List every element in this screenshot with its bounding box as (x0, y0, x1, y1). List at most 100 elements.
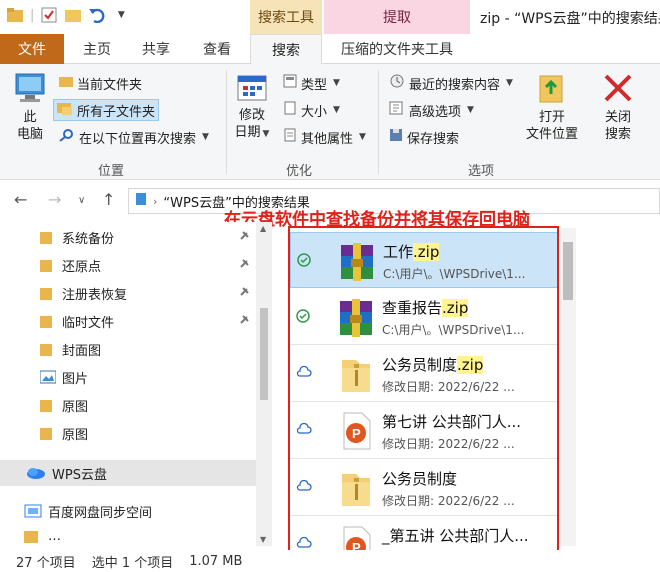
separator: | (30, 7, 35, 23)
scroll-up-icon[interactable]: ▲ (260, 224, 266, 233)
status-bar: 27 个项目 选中 1 个项目 1.07 MB (0, 550, 660, 572)
kind-icon (283, 74, 297, 92)
pictures-icon (39, 370, 57, 384)
nav-item-label: … (48, 528, 61, 544)
folder-icon (40, 258, 56, 272)
divider (226, 70, 227, 174)
nav-item-baidu-sync[interactable]: 百度网盘同步空间 (0, 498, 256, 524)
other-properties-button[interactable]: 其他属性 ▼ (280, 126, 369, 148)
tab-zip-tools[interactable]: 压缩的文件夹工具 (324, 34, 470, 64)
undo-icon[interactable] (88, 6, 106, 24)
up-arrow-icon[interactable]: ↑ (102, 190, 115, 209)
tab-view[interactable]: 查看 (188, 34, 246, 64)
nav-item-cover-images[interactable]: 封面图 (0, 336, 256, 362)
ribbon: 此 电脑 当前文件夹 所有子文件夹 在以下位置再次搜索 ▼ 位置 修改 日期 ▼ … (0, 64, 660, 180)
tab-share[interactable]: 共享 (128, 34, 184, 64)
date-modified-label-2: 日期 ▼ (234, 125, 270, 140)
nav-item-originals[interactable]: 原图 (0, 392, 256, 418)
size-icon (283, 101, 297, 119)
folder-icon (24, 529, 42, 543)
scroll-down-icon[interactable]: ▼ (260, 535, 266, 544)
chevron-down-icon: ▼ (359, 132, 366, 142)
all-subfolders-button[interactable]: 所有子文件夹 (53, 99, 160, 121)
group-label-options: 选项 (468, 164, 495, 179)
pin-icon[interactable] (238, 314, 250, 330)
forward-arrow-icon[interactable]: → (48, 190, 61, 209)
file-list-scrollbar[interactable] (560, 228, 576, 546)
folder-icon (40, 342, 56, 356)
nav-item-system-backup[interactable]: 系统备份 (0, 224, 256, 250)
nav-item-label: 系统备份 (62, 231, 115, 247)
advanced-options-button[interactable]: 高级选项 ▼ (386, 99, 477, 121)
nav-item-label: 注册表恢复 (62, 287, 128, 303)
recent-locations-chevron-icon[interactable]: ∨ (78, 195, 85, 206)
nav-item-restore-point[interactable]: 还原点 (0, 252, 256, 278)
annotation-highlight-box (288, 226, 559, 556)
properties-icon (283, 128, 297, 146)
nav-item-registry-recovery[interactable]: 注册表恢复 (0, 280, 256, 306)
open-location-icon (536, 72, 568, 109)
date-modified-button[interactable]: 修改 日期 ▼ (232, 72, 272, 143)
group-label-refine: 优化 (286, 164, 313, 179)
size-button[interactable]: 大小 ▼ (280, 99, 343, 121)
date-modified-label: 修改 (238, 108, 265, 123)
new-folder-icon[interactable] (64, 6, 82, 24)
other-properties-label: 其他属性 (301, 131, 354, 147)
navigation-pane: 系统备份 还原点 注册表恢复 临时文件 封面图 图片 原图 原图 WPS云盘 百… (0, 222, 272, 546)
tab-file[interactable]: 文件 (0, 34, 64, 64)
save-icon (389, 128, 403, 146)
file-list-scrollbar-thumb[interactable] (563, 242, 573, 300)
nav-item-originals-2[interactable]: 原图 (0, 420, 256, 446)
customize-toolbar-icon[interactable]: ▼ (112, 6, 130, 24)
nav-scrollbar-thumb[interactable] (260, 308, 268, 400)
open-file-location-button[interactable]: 打开 文件位置 (522, 72, 582, 143)
close-search-label: 关闭 (604, 110, 631, 125)
current-folder-label: 当前文件夹 (77, 77, 143, 93)
this-pc-label-2: 电脑 (16, 127, 43, 142)
folder-icon (40, 314, 56, 328)
this-pc-button[interactable]: 此 电脑 (10, 72, 50, 143)
nav-item-temp-files[interactable]: 临时文件 (0, 308, 256, 334)
folder-icon (40, 286, 56, 300)
save-search-button[interactable]: 保存搜索 (386, 126, 462, 148)
close-search-label-2: 搜索 (604, 127, 631, 142)
search-again-button[interactable]: 在以下位置再次搜索 ▼ (56, 126, 212, 148)
chevron-right-icon: › (153, 194, 158, 208)
save-search-label: 保存搜索 (407, 131, 460, 147)
tab-home[interactable]: 主页 (68, 34, 126, 64)
pin-icon[interactable] (238, 230, 250, 246)
nav-item-pictures[interactable]: 图片 (0, 364, 256, 390)
subfolders-icon (57, 101, 73, 119)
recent-searches-label: 最近的搜索内容 (409, 77, 501, 93)
item-count: 27 个项目 (16, 555, 76, 571)
kind-button[interactable]: 类型 ▼ (280, 72, 343, 94)
folder-icon[interactable] (6, 6, 24, 24)
all-subfolders-label: 所有子文件夹 (77, 104, 156, 120)
tab-search[interactable]: 搜索 (250, 34, 322, 65)
close-search-button[interactable]: 关闭 搜索 (598, 72, 638, 143)
size-label: 大小 (301, 104, 328, 120)
search-folder-icon (59, 128, 75, 146)
chevron-down-icon: ▼ (506, 78, 513, 88)
recent-searches-button[interactable]: 最近的搜索内容 ▼ (386, 72, 516, 94)
nav-item-wps-cloud[interactable]: WPS云盘 (0, 460, 256, 486)
context-extract: 提取 (324, 0, 470, 34)
advanced-options-label: 高级选项 (409, 104, 462, 120)
properties-check-icon[interactable] (40, 6, 58, 24)
pin-icon[interactable] (238, 258, 250, 274)
back-arrow-icon[interactable]: ← (14, 190, 27, 209)
nav-item-partial[interactable]: … (0, 526, 256, 546)
pin-icon[interactable] (238, 286, 250, 302)
chevron-down-icon: ▼ (202, 132, 209, 142)
nav-item-label: 临时文件 (62, 315, 115, 331)
nav-scrollbar[interactable]: ▲ ▼ (256, 222, 272, 546)
divider (378, 70, 379, 174)
cloud-location-icon (135, 192, 147, 210)
folder-icon (40, 230, 56, 244)
chevron-down-icon: ▼ (467, 105, 474, 115)
this-pc-label: 此 (23, 110, 37, 125)
ribbon-tabs: 文件 主页 共享 查看 搜索 压缩的文件夹工具 (0, 34, 660, 65)
group-label-location: 位置 (98, 164, 125, 179)
nav-item-label: 原图 (62, 399, 89, 415)
current-folder-button[interactable]: 当前文件夹 (56, 72, 145, 94)
